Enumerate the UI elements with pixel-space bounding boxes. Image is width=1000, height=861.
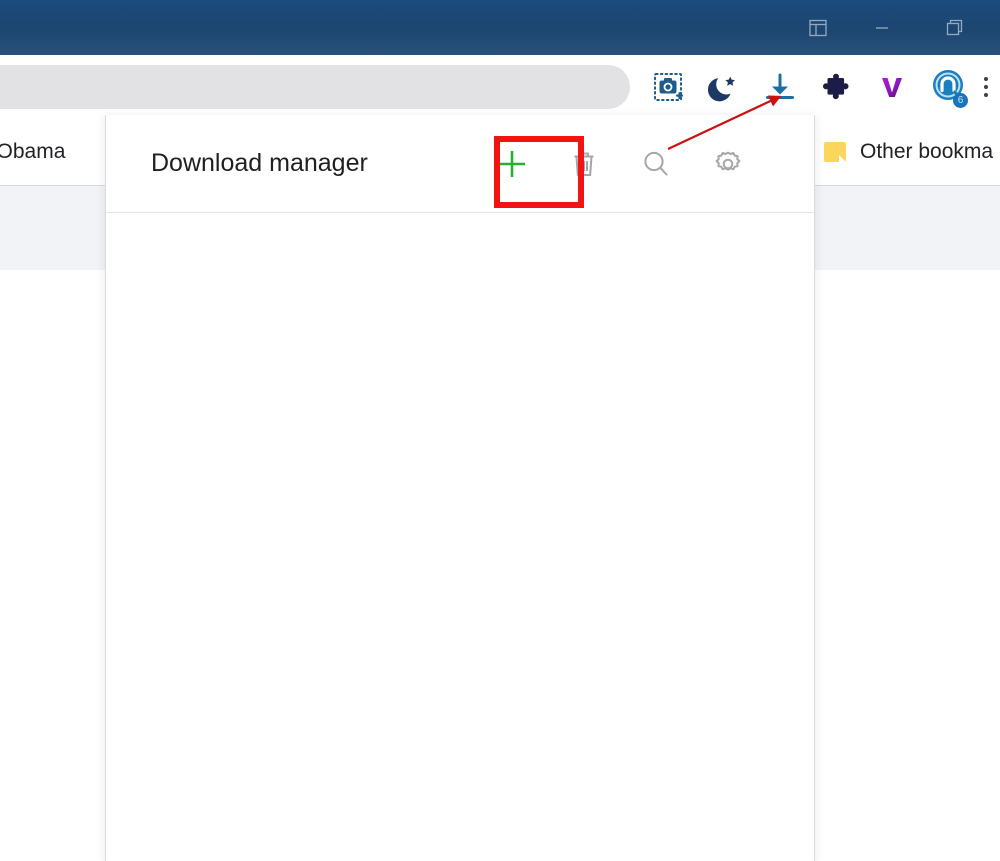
plus-icon — [495, 147, 529, 181]
extension-badge-count: 6 — [953, 92, 968, 108]
download-list — [106, 213, 814, 861]
window-title-bar — [0, 0, 1000, 55]
minimize-button[interactable] — [859, 8, 905, 48]
bookmark-item-label: ack Obama — [0, 139, 66, 163]
dark-mode-moon-icon — [708, 71, 740, 103]
v-extension-button[interactable] — [864, 59, 920, 115]
address-bar[interactable] — [0, 65, 630, 109]
search-download-button[interactable] — [620, 128, 692, 200]
gear-icon — [711, 147, 745, 181]
delete-download-button[interactable] — [548, 128, 620, 200]
download-panel-title-text: Download manager — [151, 149, 368, 177]
download-icon — [763, 70, 797, 104]
folder-icon — [824, 141, 846, 162]
extension-puzzle-icon — [821, 72, 851, 102]
download-manager-panel: Download manager — [105, 115, 815, 861]
other-bookmarks-label: Other bookma — [860, 139, 994, 163]
bookmark-item-obama[interactable]: ack Obama — [0, 118, 65, 185]
trash-icon — [567, 147, 601, 181]
capture-page-button[interactable] — [640, 59, 696, 115]
maxthon-extension-icon: 6 — [927, 66, 969, 108]
page-title: Download manager — [151, 115, 368, 212]
download-panel-header: Download manager — [106, 115, 814, 213]
panel-toggle-button[interactable] — [795, 8, 841, 48]
restore-icon — [946, 19, 964, 37]
panel-layout-icon — [809, 19, 827, 37]
add-download-button[interactable] — [476, 128, 548, 200]
maxthon-extension-button[interactable]: 6 — [920, 59, 976, 115]
other-bookmarks-button[interactable]: Other bookma — [824, 118, 993, 185]
extensions-button[interactable] — [808, 59, 864, 115]
dark-mode-button[interactable] — [696, 59, 752, 115]
search-icon — [639, 147, 673, 181]
restore-button[interactable] — [932, 8, 978, 48]
toolbar-icon-group: 6 — [640, 55, 1000, 118]
window-controls — [795, 0, 1000, 55]
vivaldi-v-logo-icon — [877, 72, 907, 102]
browser-toolbar: 6 — [0, 55, 1000, 119]
screenshot-capture-icon — [652, 71, 684, 103]
minimize-icon — [873, 19, 891, 37]
download-panel-actions — [476, 115, 764, 212]
browser-menu-button[interactable] — [972, 59, 1000, 115]
download-manager-button[interactable] — [752, 59, 808, 115]
download-settings-button[interactable] — [692, 128, 764, 200]
